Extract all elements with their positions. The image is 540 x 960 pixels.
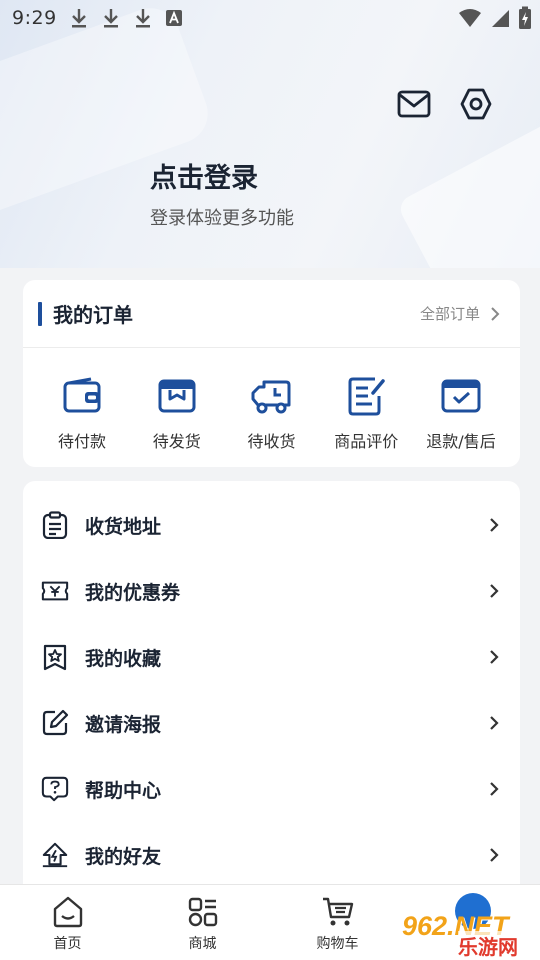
tab-home-label: 首页 xyxy=(53,936,82,952)
font-a-icon xyxy=(165,10,182,26)
refund-icon xyxy=(441,379,481,413)
menu-item-favorites-label: 我的收藏 xyxy=(85,647,162,670)
truck-icon xyxy=(251,380,290,414)
section-accent-bar xyxy=(38,301,42,326)
service-menu-card: 收货地址 我的优惠券 我的收藏 邀请海报 帮助中心 我的好友 xyxy=(23,481,520,901)
chevron-right-icon xyxy=(491,306,500,321)
package-icon xyxy=(158,379,196,413)
order-pending-shipment[interactable]: 待发货 xyxy=(132,374,222,452)
menu-item-coupons-label: 我的优惠券 xyxy=(85,581,181,604)
chevron-right-icon xyxy=(490,584,499,598)
all-orders-label: 全部订单 xyxy=(419,305,480,323)
tab-mall[interactable]: 商城 xyxy=(135,885,270,960)
mail-icon[interactable] xyxy=(396,86,432,122)
tab-cart-label: 购物车 xyxy=(316,936,359,952)
profile-header: 点击登录 登录体验更多功能 xyxy=(0,0,540,268)
header-decoration xyxy=(395,114,540,268)
orders-card: 我的订单 全部订单 待付款 待发货 待收货 商品评价 退款/售后 xyxy=(23,280,520,467)
status-time: 9:29 xyxy=(12,7,57,29)
order-pending-shipment-label: 待发货 xyxy=(152,432,201,451)
review-icon xyxy=(348,377,385,416)
download-icon xyxy=(135,9,150,28)
all-orders-link[interactable]: 全部订单 xyxy=(420,303,500,324)
menu-item-friends[interactable]: 我的好友 xyxy=(23,822,520,888)
chevron-right-icon xyxy=(490,518,499,532)
status-bar: 9:29 xyxy=(0,0,540,36)
menu-item-help[interactable]: 帮助中心 xyxy=(23,756,520,822)
menu-item-address[interactable]: 收货地址 xyxy=(23,492,520,558)
login-title[interactable]: 点击登录 xyxy=(150,156,258,195)
download-icon xyxy=(71,9,86,28)
order-review[interactable]: 商品评价 xyxy=(321,374,411,452)
chevron-right-icon xyxy=(490,650,499,664)
menu-item-favorites[interactable]: 我的收藏 xyxy=(23,624,520,690)
order-refund-label: 退款/售后 xyxy=(426,432,496,451)
tab-mall-label: 商城 xyxy=(188,936,217,952)
wallet-icon xyxy=(63,377,101,413)
menu-item-invite-poster[interactable]: 邀请海报 xyxy=(23,690,520,756)
order-review-label: 商品评价 xyxy=(334,432,399,451)
battery-charging-icon xyxy=(519,6,531,29)
friends-icon xyxy=(42,842,68,868)
menu-item-friends-label: 我的好友 xyxy=(85,845,162,868)
settings-icon[interactable] xyxy=(458,86,494,122)
order-pending-payment[interactable]: 待付款 xyxy=(37,374,127,452)
tab-profile[interactable] xyxy=(405,885,540,960)
address-icon xyxy=(42,511,68,539)
download-icon xyxy=(103,9,118,28)
header-actions xyxy=(396,86,494,122)
bottom-tab-bar: 首页 商城 购物车 xyxy=(0,884,540,960)
menu-item-address-label: 收货地址 xyxy=(85,515,162,538)
orders-header: 我的订单 全部订单 xyxy=(23,280,520,348)
coupon-icon xyxy=(41,581,69,601)
login-subtitle: 登录体验更多功能 xyxy=(150,208,294,229)
signal-icon xyxy=(492,10,509,27)
order-pending-payment-label: 待付款 xyxy=(57,432,106,451)
orders-title: 我的订单 xyxy=(53,303,133,327)
menu-item-help-label: 帮助中心 xyxy=(85,779,162,802)
menu-item-coupons[interactable]: 我的优惠券 xyxy=(23,558,520,624)
favorite-icon xyxy=(43,644,67,671)
order-refund[interactable]: 退款/售后 xyxy=(416,374,506,452)
chevron-right-icon xyxy=(490,716,499,730)
order-status-row: 待付款 待发货 待收货 商品评价 退款/售后 xyxy=(23,348,520,452)
chevron-right-icon xyxy=(490,782,499,796)
order-pending-receipt[interactable]: 待收货 xyxy=(227,374,317,452)
menu-item-invite-poster-label: 邀请海报 xyxy=(85,713,162,736)
order-pending-receipt-label: 待收货 xyxy=(247,432,296,451)
chevron-right-icon xyxy=(490,848,499,862)
grid-icon xyxy=(188,897,217,927)
cart-icon xyxy=(322,897,353,926)
tab-cart[interactable]: 购物车 xyxy=(270,885,405,960)
home-icon xyxy=(53,896,82,928)
wifi-icon xyxy=(459,9,481,27)
tab-home[interactable]: 首页 xyxy=(0,885,135,960)
poster-edit-icon xyxy=(42,709,69,736)
help-icon xyxy=(41,776,69,802)
